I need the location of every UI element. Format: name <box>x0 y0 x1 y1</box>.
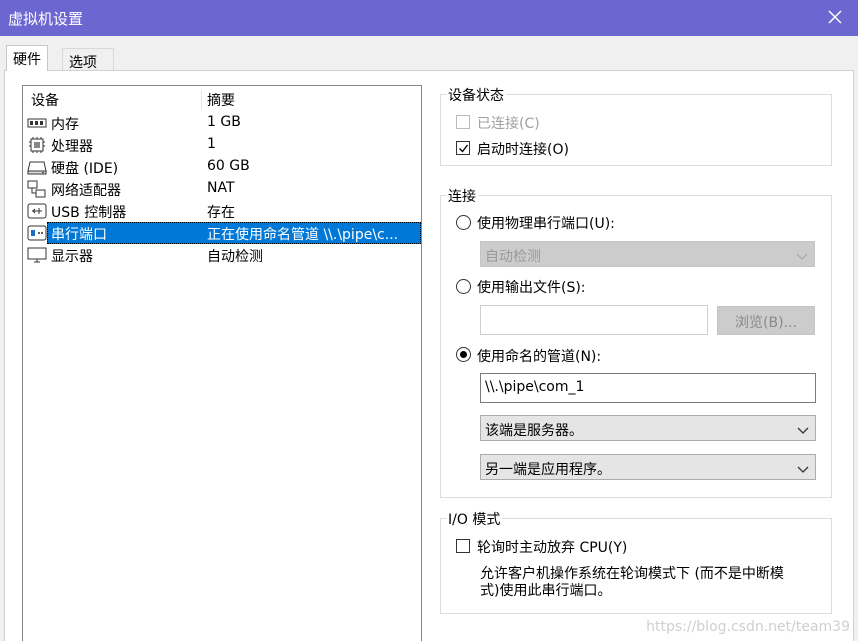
usb-icon <box>27 202 47 220</box>
device-name: 硬盘 (IDE) <box>51 161 119 177</box>
close-icon[interactable] <box>824 6 846 28</box>
checkmark-icon <box>459 144 469 153</box>
device-name: 显示器 <box>51 249 93 265</box>
connect-at-power-on-label: 启动时连接(O) <box>477 142 569 158</box>
io-mode-description-line2: 式)使用此串行端口。 <box>480 583 612 599</box>
physical-port-combo-value: 自动检测 <box>485 249 541 265</box>
tab-hardware[interactable]: 硬件 <box>6 45 48 71</box>
display-icon <box>27 246 47 264</box>
this-end-combo[interactable]: 该端是服务器。 <box>480 415 816 441</box>
device-row-usb-controller[interactable]: USB 控制器 存在 <box>23 200 421 222</box>
network-adapter-icon <box>27 180 47 198</box>
device-name: 内存 <box>51 117 79 133</box>
physical-port-radio[interactable] <box>456 215 471 230</box>
output-file-radio[interactable] <box>456 279 471 294</box>
device-row-harddisk[interactable]: 硬盘 (IDE) 60 GB <box>23 156 421 178</box>
yield-cpu-label: 轮询时主动放弃 CPU(Y) <box>477 540 628 556</box>
column-header-summary[interactable]: 摘要 <box>207 90 235 110</box>
title-bar: 虚拟机设置 <box>0 0 858 36</box>
this-end-combo-value: 该端是服务器。 <box>485 423 583 439</box>
device-row-network-adapter[interactable]: 网络适配器 NAT <box>23 178 421 200</box>
other-end-combo-value: 另一端是应用程序。 <box>485 462 611 478</box>
device-list: 设备 摘要 内存 1 GB 处理器 1 硬盘 (IDE) 60 GB 网络适配器… <box>22 85 422 641</box>
window-title: 虚拟机设置 <box>8 10 84 28</box>
device-name: 处理器 <box>51 139 93 155</box>
chevron-down-icon <box>797 462 809 473</box>
device-summary: 1 <box>207 136 216 152</box>
output-file-label: 使用输出文件(S): <box>477 280 586 296</box>
physical-port-label: 使用物理串行端口(U): <box>477 216 615 232</box>
io-mode-title: I/O 模式 <box>446 509 503 529</box>
named-pipe-value: \\.\pipe\com_1 <box>485 379 585 395</box>
tab-strip: 硬件 选项 <box>0 36 858 73</box>
harddisk-icon <box>27 158 47 176</box>
processor-icon <box>27 136 47 154</box>
device-summary: 正在使用命名管道 \\.\pipe\c... <box>207 227 399 243</box>
device-row-display[interactable]: 显示器 自动检测 <box>23 244 421 266</box>
device-summary: 1 GB <box>207 114 241 130</box>
chevron-down-icon <box>796 249 808 260</box>
connect-at-power-on-checkbox[interactable] <box>456 141 470 155</box>
device-list-header: 设备 摘要 <box>23 90 421 110</box>
radio-selected-dot <box>460 351 467 358</box>
device-summary: 存在 <box>207 205 235 221</box>
connected-label: 已连接(C) <box>477 116 540 132</box>
output-file-input[interactable] <box>480 305 708 335</box>
serial-port-icon <box>27 224 47 242</box>
browse-button[interactable]: 浏览(B)... <box>717 306 815 335</box>
device-row-serial-port[interactable]: 串行端口 正在使用命名管道 \\.\pipe\c... <box>23 222 421 244</box>
device-row-processor[interactable]: 处理器 1 <box>23 134 421 156</box>
connected-checkbox[interactable] <box>456 115 470 129</box>
device-summary: 自动检测 <box>207 249 263 265</box>
connection-title: 连接 <box>446 186 478 206</box>
watermark: https://blog.csdn.net/team39 <box>646 619 850 635</box>
named-pipe-radio[interactable] <box>456 347 471 362</box>
device-status-title: 设备状态 <box>446 85 506 105</box>
other-end-combo[interactable]: 另一端是应用程序。 <box>480 454 816 480</box>
chevron-down-icon <box>797 423 809 434</box>
named-pipe-label: 使用命名的管道(N): <box>477 349 602 365</box>
device-name: 串行端口 <box>51 227 107 243</box>
device-summary: 60 GB <box>207 158 250 174</box>
column-header-device[interactable]: 设备 <box>31 90 59 110</box>
device-name: USB 控制器 <box>51 205 127 221</box>
memory-icon <box>27 114 47 132</box>
device-row-memory[interactable]: 内存 1 GB <box>23 112 421 134</box>
device-name: 网络适配器 <box>51 183 121 199</box>
column-separator[interactable] <box>201 90 202 110</box>
named-pipe-input[interactable]: \\.\pipe\com_1 <box>480 373 816 403</box>
yield-cpu-checkbox[interactable] <box>456 539 470 553</box>
physical-port-combo[interactable]: 自动检测 <box>480 241 815 267</box>
device-summary: NAT <box>207 180 235 196</box>
